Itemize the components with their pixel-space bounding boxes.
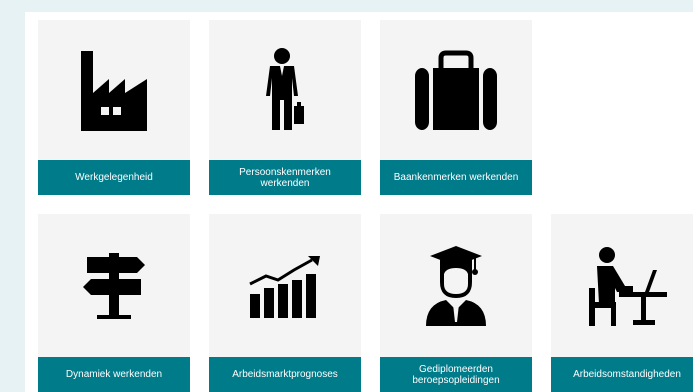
tile-image [380, 20, 532, 160]
tile-label: Baankenmerken werkenden [380, 160, 532, 195]
tile-label: Arbeidsmarktprognoses [209, 357, 361, 392]
factory-icon [81, 51, 147, 131]
tile-image [38, 20, 190, 160]
tile-label: Arbeidsomstandigheden [551, 357, 693, 392]
tile-label: Persoonskenmerken werkenden [209, 160, 361, 195]
tile-werkgelegenheid[interactable]: Werkgelegenheid [38, 20, 190, 195]
tile-arbeidsmarktprognoses[interactable]: Arbeidsmarktprognoses [209, 214, 361, 392]
tile-label: Gediplomeerden beroepsopleidingen [380, 357, 532, 392]
tile-label: Werkgelegenheid [38, 160, 190, 195]
signpost-icon [83, 252, 145, 319]
tile-dynamiek[interactable]: Dynamiek werkenden [38, 214, 190, 392]
desk-worker-icon [589, 246, 667, 326]
tile-image [209, 20, 361, 160]
tile-gediplomeerden[interactable]: Gediplomeerden beroepsopleidingen [380, 214, 532, 392]
tile-image [551, 214, 693, 357]
tile-arbeidsomstandigheden[interactable]: Arbeidsomstandigheden [551, 214, 693, 392]
tile-label: Dynamiek werkenden [38, 357, 190, 392]
tile-baankenmerken[interactable]: Baankenmerken werkenden [380, 20, 532, 195]
briefcase-icon [415, 50, 497, 130]
tile-image [209, 214, 361, 357]
businessman-icon [266, 48, 304, 130]
tile-persoonskenmerken[interactable]: Persoonskenmerken werkenden [209, 20, 361, 195]
growth-chart-icon [249, 255, 320, 318]
tile-image [38, 214, 190, 357]
tile-image [380, 214, 532, 357]
graduate-icon [426, 245, 486, 326]
